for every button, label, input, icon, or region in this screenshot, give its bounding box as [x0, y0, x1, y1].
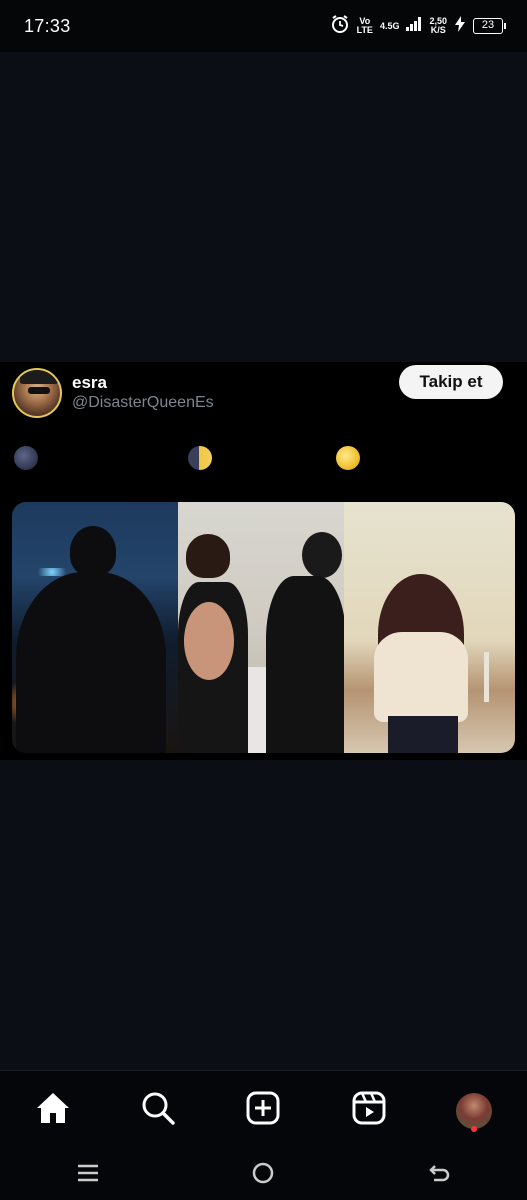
- bottom-navigation: [0, 1070, 527, 1150]
- system-navigation: [0, 1150, 527, 1200]
- first-quarter-moon-emoji-icon: [188, 446, 212, 470]
- nav-reels[interactable]: [344, 1086, 394, 1136]
- status-icons: Vo LTE 4.5G 2,50 K/S 23: [330, 14, 506, 39]
- follow-button[interactable]: Takip et: [399, 365, 503, 399]
- full-moon-emoji-icon: [336, 446, 360, 470]
- woman-shawl: [374, 632, 468, 722]
- reels-icon: [352, 1091, 386, 1130]
- open-back: [184, 602, 234, 680]
- profile-avatar: [456, 1092, 493, 1129]
- back-icon[interactable]: [427, 1162, 451, 1189]
- woman-jeans: [388, 716, 458, 753]
- network-speed: 2,50 K/S: [429, 17, 447, 35]
- home-circle-icon[interactable]: [251, 1161, 275, 1190]
- recents-icon[interactable]: [76, 1162, 100, 1189]
- avatar-glasses: [28, 387, 50, 394]
- home-icon: [35, 1091, 71, 1130]
- alarm-icon: [330, 14, 350, 39]
- author-avatar[interactable]: [12, 368, 62, 418]
- woman-hair: [186, 534, 230, 578]
- author-handle[interactable]: @DisasterQueenEs: [72, 394, 214, 412]
- nav-search[interactable]: [133, 1086, 183, 1136]
- media-image-3[interactable]: [344, 502, 515, 753]
- man-back: [16, 572, 166, 753]
- speed-unit: K/S: [430, 25, 446, 35]
- man-head: [70, 526, 116, 576]
- avatar-hat: [20, 370, 58, 384]
- nav-create[interactable]: [238, 1086, 288, 1136]
- new-moon-emoji-icon: [14, 446, 38, 470]
- man-suit: [266, 576, 344, 753]
- media-image-2[interactable]: [178, 502, 344, 753]
- charging-icon: [454, 15, 466, 37]
- network-type: 4.5G: [379, 20, 400, 31]
- notification-dot: [471, 1125, 478, 1132]
- signal-icon: [406, 16, 422, 36]
- media-grid[interactable]: [12, 502, 515, 753]
- create-icon: [246, 1091, 280, 1130]
- man-head-2: [302, 532, 342, 578]
- author-display-name[interactable]: esra: [72, 373, 107, 393]
- battery-icon: 23: [473, 18, 506, 34]
- nav-home[interactable]: [28, 1086, 78, 1136]
- tweet-card[interactable]: esra @DisasterQueenEs Takip et: [0, 362, 527, 760]
- media-image-1[interactable]: [12, 502, 178, 753]
- status-time: 17:33: [24, 15, 71, 36]
- status-bar: 17:33 Vo LTE 4.5G 2,50 K/S 23: [0, 0, 527, 52]
- volte-indicator: Vo LTE: [357, 17, 373, 35]
- dimmed-overlay[interactable]: [0, 52, 527, 362]
- nav-profile[interactable]: [449, 1086, 499, 1136]
- volte-bottom: LTE: [356, 25, 373, 35]
- minaret: [484, 652, 489, 702]
- search-icon: [141, 1091, 175, 1130]
